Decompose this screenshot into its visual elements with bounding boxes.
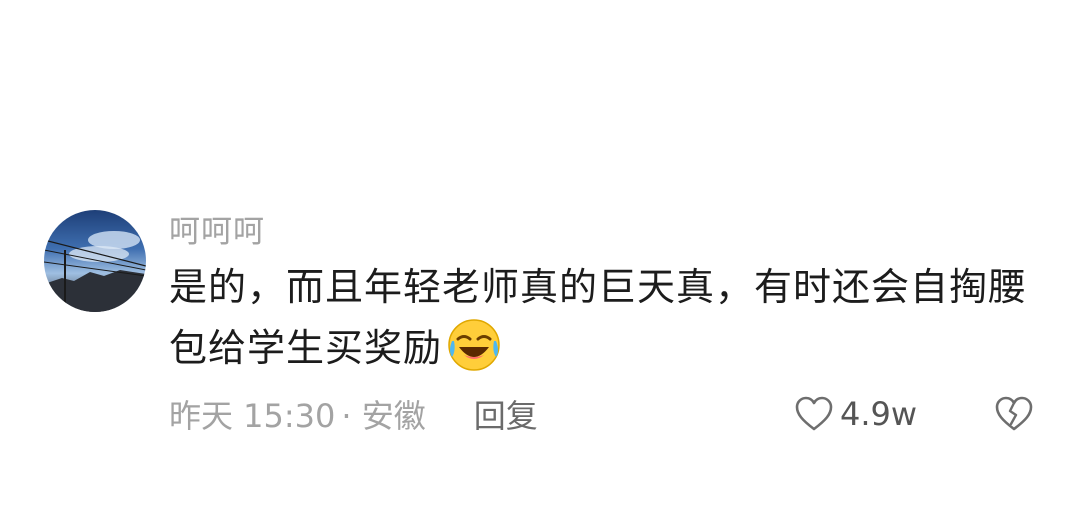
timestamp: 昨天 15:30 — [169, 397, 336, 435]
location: · 安徽 — [341, 397, 426, 435]
like-button[interactable]: 4.9w — [794, 392, 917, 436]
comment-text: 是的，而且年轻老师真的巨天真，有时还会自掏腰包给学生买奖励 — [169, 265, 1028, 370]
username[interactable]: 呵呵呵 — [169, 212, 265, 252]
comment-item: 呵呵呵 是的，而且年轻老师真的巨天真，有时还会自掏腰包给学生买奖励 昨天 15:… — [44, 204, 1054, 454]
comment-body: 是的，而且年轻老师真的巨天真，有时还会自掏腰包给学生买奖励 — [169, 257, 1029, 378]
broken-heart-icon — [995, 396, 1033, 431]
heart-outline-icon — [795, 396, 833, 431]
dislike-button[interactable] — [994, 394, 1034, 434]
reply-button[interactable]: 回复 — [474, 391, 538, 437]
avatar-image — [44, 231, 146, 312]
comment-meta: 昨天 15:30 · 安徽 回复 — [169, 390, 538, 438]
laughing-crying-emoji-icon — [446, 317, 502, 373]
avatar[interactable] — [44, 210, 146, 312]
like-count: 4.9w — [840, 395, 918, 433]
